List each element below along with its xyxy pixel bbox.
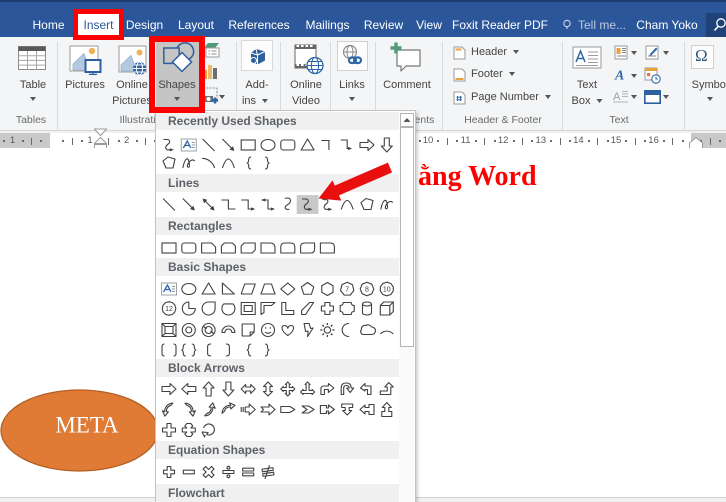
svg-text:A: A [614, 69, 624, 83]
svg-text:META: META [55, 413, 119, 438]
svg-text:A: A [613, 91, 621, 103]
